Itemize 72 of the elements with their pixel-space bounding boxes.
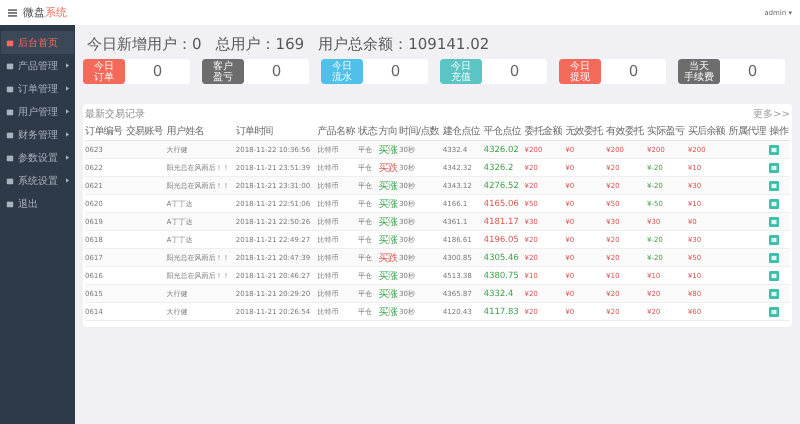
sidebar-item[interactable]: 财务管理 bbox=[1, 123, 74, 146]
chevron-icon bbox=[66, 178, 69, 183]
view-button-icon[interactable] bbox=[769, 252, 780, 262]
direction-tag: 买涨 bbox=[378, 198, 398, 210]
chevron-icon bbox=[66, 132, 69, 137]
close-price: 4276.52 bbox=[484, 180, 519, 190]
view-button-icon[interactable] bbox=[769, 234, 780, 244]
sidebar-item[interactable]: 用户管理 bbox=[1, 100, 74, 123]
stat-label: 流水 bbox=[332, 72, 352, 82]
stat-value: 0 bbox=[746, 61, 758, 82]
stat-label: 当天 bbox=[689, 60, 709, 72]
stat-label: 今日 bbox=[332, 60, 352, 72]
sidebar-item[interactable]: 参数设置 bbox=[1, 146, 74, 169]
view-button-icon[interactable] bbox=[769, 306, 780, 316]
sidebar-item[interactable]: 系统设置 bbox=[1, 169, 74, 192]
brand-title: 微盘系统 bbox=[23, 5, 67, 20]
view-button-icon[interactable] bbox=[769, 180, 780, 190]
close-price: 4117.83 bbox=[484, 306, 519, 316]
stat-label: 提现 bbox=[570, 72, 590, 82]
menu-item-icon bbox=[6, 108, 14, 116]
direction-tag: 买涨 bbox=[378, 234, 398, 246]
close-price: 4326.2 bbox=[484, 162, 514, 172]
more-link[interactable]: 更多>> bbox=[753, 107, 790, 121]
direction-tag: 买涨 bbox=[378, 306, 398, 318]
stat-value: 0 bbox=[390, 61, 402, 82]
view-button-icon[interactable] bbox=[769, 288, 780, 298]
close-price: 4181.17 bbox=[484, 216, 519, 226]
view-button-icon[interactable] bbox=[769, 270, 780, 280]
stat-label: 客户 bbox=[213, 60, 233, 72]
chevron-icon bbox=[66, 86, 69, 91]
view-button-icon[interactable] bbox=[769, 198, 780, 208]
sidebar-item[interactable]: 订单管理 bbox=[1, 77, 74, 100]
close-price: 4305.46 bbox=[484, 252, 519, 262]
menu-item-icon bbox=[6, 154, 14, 162]
chevron-icon bbox=[66, 109, 69, 114]
close-price: 4326.02 bbox=[484, 144, 519, 154]
sidebar-item[interactable]: 后台首页 bbox=[1, 31, 74, 54]
stat-label: 今日 bbox=[451, 60, 471, 72]
close-price: 4380.75 bbox=[484, 270, 519, 280]
close-price: 4196.05 bbox=[484, 234, 519, 244]
summary-stat: 今日新增用户：0 bbox=[87, 35, 202, 54]
menu-item-icon bbox=[6, 84, 14, 92]
chevron-icon bbox=[66, 155, 69, 160]
stat-label: 今日 bbox=[94, 60, 114, 72]
sidebar-item[interactable]: 退出 bbox=[1, 192, 74, 215]
menu-item-icon bbox=[6, 130, 14, 138]
stat-label: 订单 bbox=[94, 72, 114, 82]
close-price: 4165.06 bbox=[484, 198, 519, 208]
panel-title: 最新交易记录 bbox=[85, 108, 145, 121]
direction-tag: 买涨 bbox=[378, 270, 398, 282]
menu-item-icon bbox=[6, 200, 14, 208]
stat-value: 0 bbox=[152, 61, 164, 82]
stat-value: 0 bbox=[628, 61, 640, 82]
summary-stat: 总用户：169 bbox=[216, 35, 304, 54]
menu-icon[interactable] bbox=[8, 8, 17, 16]
stat-label: 手续费 bbox=[684, 72, 714, 82]
close-price: 4332.4 bbox=[484, 288, 514, 298]
sidebar-item[interactable]: 产品管理 bbox=[1, 54, 74, 77]
view-button-icon[interactable] bbox=[769, 162, 780, 172]
stat-label: 今日 bbox=[570, 60, 590, 72]
view-button-icon[interactable] bbox=[769, 144, 780, 154]
menu-item-icon bbox=[6, 176, 14, 184]
stat-value: 0 bbox=[508, 61, 520, 82]
stat-label: 盈亏 bbox=[213, 72, 233, 82]
direction-tag: 买跌 bbox=[378, 162, 398, 174]
chevron-icon bbox=[66, 63, 69, 68]
menu-item-icon bbox=[6, 38, 14, 46]
stat-label: 充值 bbox=[451, 72, 471, 82]
menu-item-icon bbox=[6, 62, 14, 70]
view-button-icon[interactable] bbox=[769, 216, 780, 226]
stat-value: 0 bbox=[270, 61, 282, 82]
summary-stat: 用户总余额：109141.02 bbox=[318, 35, 490, 54]
